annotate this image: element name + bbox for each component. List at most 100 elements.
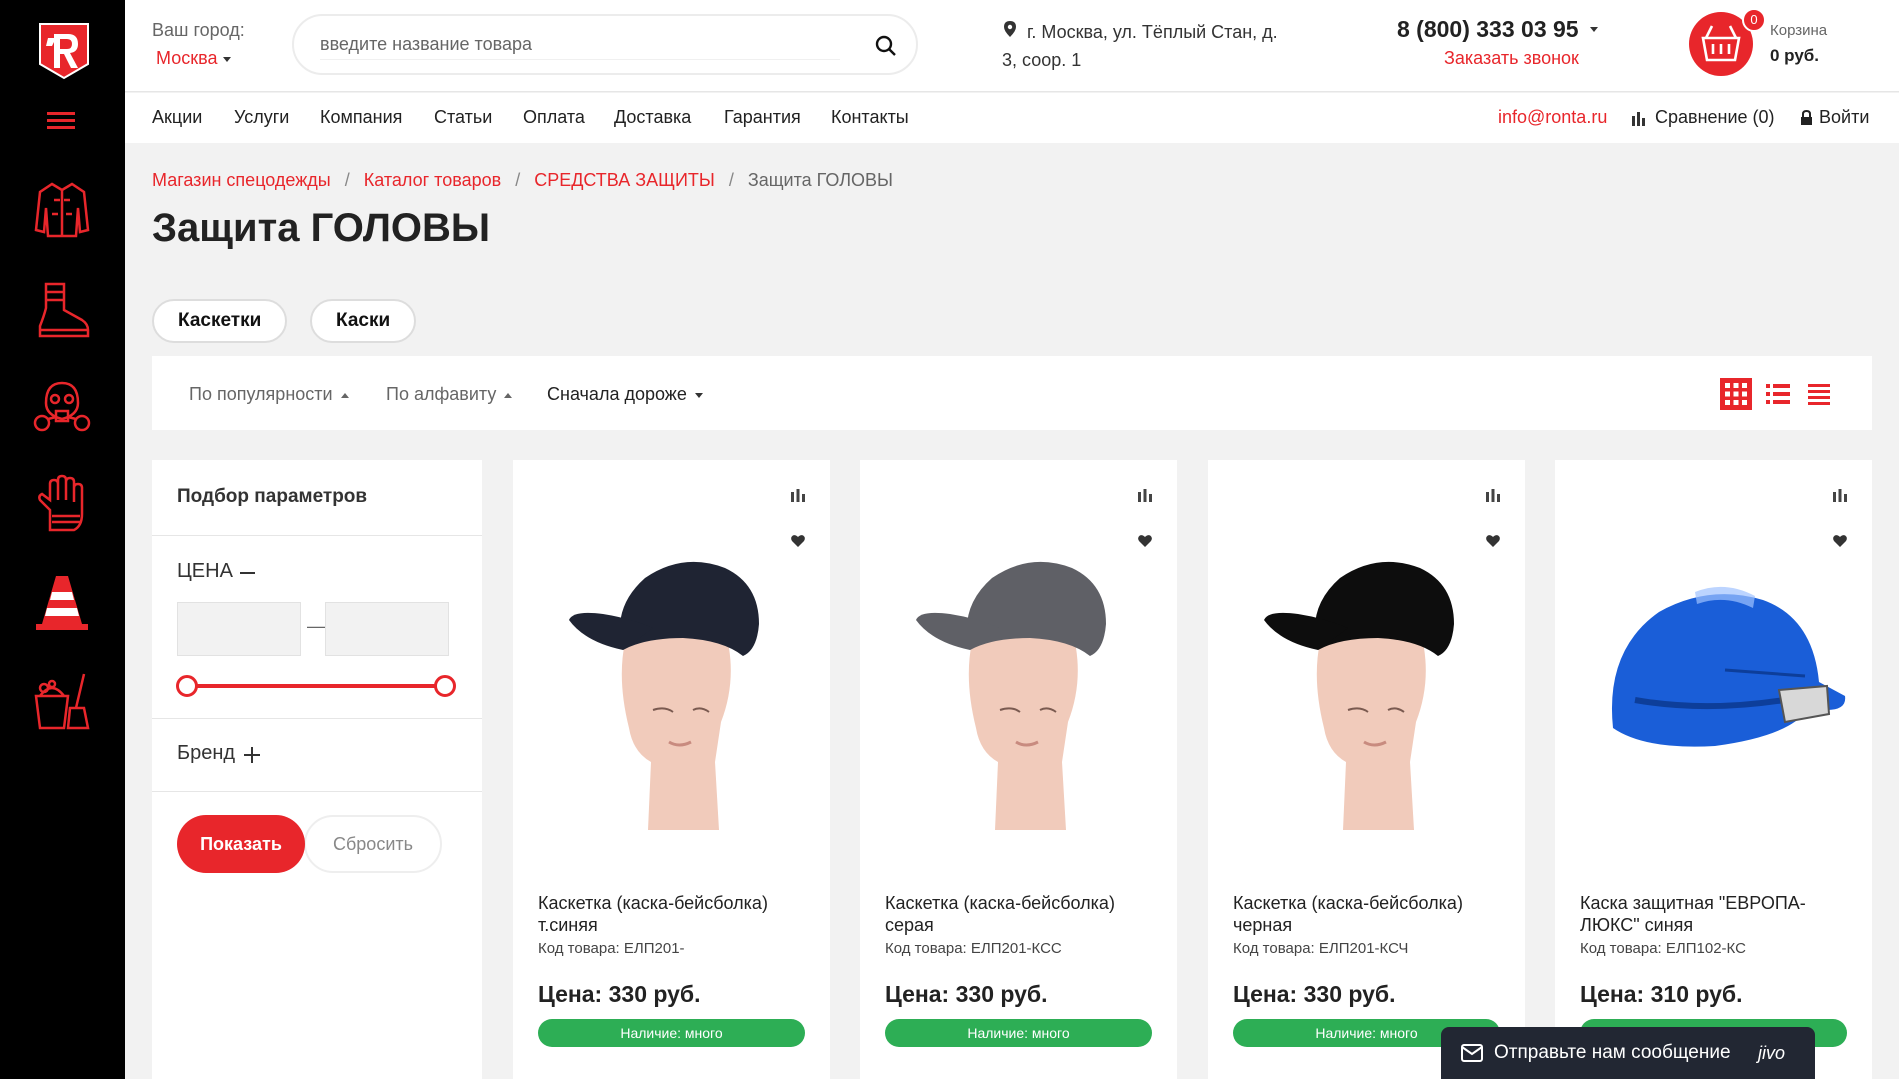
city-label: Ваш город: bbox=[152, 20, 245, 40]
search-icon[interactable] bbox=[874, 34, 898, 58]
sort-by-alphabet[interactable]: По алфавиту bbox=[386, 384, 513, 405]
email-link[interactable]: info@ronta.ru bbox=[1498, 107, 1607, 128]
price-from-input[interactable] bbox=[177, 602, 301, 656]
sort-label: По популярности bbox=[189, 384, 333, 404]
nav-item-contacts[interactable]: Контакты bbox=[831, 107, 909, 128]
store-address: г. Москва, ул. Тёплый Стан, д. 3, соор. … bbox=[1002, 18, 1302, 74]
price-slider-max-handle[interactable] bbox=[434, 675, 456, 697]
product-price: Цена: 310 руб. bbox=[1580, 981, 1743, 1007]
traffic-cone-icon[interactable] bbox=[30, 570, 94, 634]
product-image-helmet[interactable] bbox=[1575, 500, 1852, 830]
breadcrumb-item[interactable]: Магазин спецодежды bbox=[152, 170, 331, 190]
expand-plus-icon[interactable] bbox=[244, 747, 260, 763]
brand-filter-label[interactable]: Бренд bbox=[177, 742, 235, 765]
address-line-2: 3, соор. 1 bbox=[1002, 50, 1082, 70]
breadcrumb-item[interactable]: Каталог товаров bbox=[364, 170, 501, 190]
callback-link[interactable]: Заказать звонок bbox=[1444, 48, 1579, 69]
chat-widget[interactable]: Отправьте нам сообщение jivo bbox=[1441, 1027, 1815, 1079]
product-card[interactable]: Каскетка (каска-бейсболка) т.синяя Код т… bbox=[513, 460, 830, 1079]
product-code: Код товара: ЕЛП201- bbox=[538, 940, 685, 957]
respirator-mask-icon[interactable] bbox=[30, 375, 94, 439]
product-card[interactable]: Каскетка (каска-бейсболка) черная Код то… bbox=[1208, 460, 1525, 1079]
nav-item-promotions[interactable]: Акции bbox=[152, 107, 202, 128]
filter-title: Подбор параметров bbox=[177, 486, 368, 507]
product-image-cap[interactable] bbox=[880, 500, 1157, 830]
address-line-1: г. Москва, ул. Тёплый Стан, д. bbox=[1027, 22, 1278, 42]
city-selector[interactable]: Москва bbox=[156, 48, 231, 69]
breadcrumb-item[interactable]: СРЕДСТВА ЗАЩИТЫ bbox=[534, 170, 715, 190]
filter-panel: Подбор параметров ЦЕНА — Бренд Сбросить … bbox=[152, 460, 482, 1079]
subcategory-chip[interactable]: Каскетки bbox=[152, 299, 288, 343]
stock-badge: Наличие: много bbox=[885, 1019, 1152, 1047]
jivo-logo: jivo bbox=[1757, 1043, 1785, 1063]
main-nav: Акции Услуги Компания Статьи Оплата Дост… bbox=[125, 93, 1899, 143]
nav-item-company[interactable]: Компания bbox=[320, 107, 402, 128]
envelope-icon bbox=[1461, 1044, 1483, 1062]
price-slider-track[interactable] bbox=[187, 684, 447, 688]
glove-icon[interactable] bbox=[30, 474, 94, 538]
divider bbox=[152, 535, 482, 536]
grid-view-icon[interactable] bbox=[1720, 378, 1752, 410]
search-input[interactable] bbox=[320, 30, 840, 60]
product-card[interactable]: Каскетка (каска-бейсболка) серая Код тов… bbox=[860, 460, 1177, 1079]
caret-up-icon bbox=[504, 392, 513, 398]
product-name[interactable]: Каска защитная "ЕВРОПА-ЛЮКС" синяя bbox=[1580, 892, 1850, 936]
cleaning-bucket-icon[interactable] bbox=[30, 670, 94, 734]
search-box bbox=[292, 14, 918, 75]
nav-item-delivery[interactable]: Доставка bbox=[614, 107, 691, 128]
compare-icon bbox=[1632, 112, 1645, 126]
product-image-cap[interactable] bbox=[1228, 500, 1505, 830]
boot-icon[interactable] bbox=[30, 280, 94, 344]
ronta-logo[interactable] bbox=[36, 20, 92, 82]
product-name[interactable]: Каскетка (каска-бейсболка) черная bbox=[1233, 892, 1503, 936]
price-slider-min-handle[interactable] bbox=[176, 675, 198, 697]
product-price: Цена: 330 руб. bbox=[885, 981, 1048, 1007]
nav-item-services[interactable]: Услуги bbox=[234, 107, 289, 128]
chat-prompt: Отправьте нам сообщение bbox=[1494, 1042, 1731, 1063]
product-price: Цена: 330 руб. bbox=[538, 981, 701, 1007]
login-link[interactable]: Войти bbox=[1819, 107, 1869, 128]
category-sidebar bbox=[0, 0, 125, 1079]
workwear-jacket-icon[interactable] bbox=[30, 178, 94, 242]
divider bbox=[152, 791, 482, 792]
price-to-input[interactable] bbox=[325, 602, 449, 656]
sort-label: По алфавиту bbox=[386, 384, 497, 404]
reset-filter-button[interactable]: Сбросить bbox=[304, 815, 442, 873]
breadcrumb: Магазин спецодежды / Каталог товаров / СРЕДС… bbox=[152, 170, 893, 191]
menu-burger-icon[interactable] bbox=[47, 112, 75, 130]
product-name[interactable]: Каскетка (каска-бейсболка) серая bbox=[885, 892, 1155, 936]
breadcrumb-separator: / bbox=[515, 170, 521, 190]
lock-icon bbox=[1801, 110, 1812, 125]
nav-item-warranty[interactable]: Гарантия bbox=[724, 107, 801, 128]
breadcrumb-separator: / bbox=[728, 170, 734, 190]
sort-by-price-desc[interactable]: Сначала дороже bbox=[547, 384, 703, 405]
product-price: Цена: 330 руб. bbox=[1233, 981, 1396, 1007]
product-code: Код товара: ЕЛП201-КСЧ bbox=[1233, 940, 1409, 957]
product-name[interactable]: Каскетка (каска-бейсболка) т.синяя bbox=[538, 892, 808, 936]
breadcrumb-current: Защита ГОЛОВЫ bbox=[747, 170, 893, 190]
phone-number[interactable]: 8 (800) 333 03 95 bbox=[1397, 16, 1579, 43]
caret-up-icon bbox=[340, 392, 349, 398]
subcategory-chip[interactable]: Каски bbox=[310, 299, 417, 343]
cart-label: Корзина bbox=[1770, 22, 1828, 39]
cart-sum: 0 руб. bbox=[1770, 46, 1820, 65]
chevron-down-icon[interactable] bbox=[1590, 27, 1598, 32]
apply-filter-button[interactable]: Показать bbox=[177, 815, 305, 873]
price-filter-label[interactable]: ЦЕНА bbox=[177, 560, 233, 583]
sort-label: Сначала дороже bbox=[547, 384, 687, 404]
collapse-minus-icon[interactable] bbox=[240, 572, 255, 574]
sort-bar: По популярности По алфавиту Сначала доро… bbox=[152, 356, 1872, 430]
compare-link[interactable]: Сравнение (0) bbox=[1655, 107, 1775, 128]
page-title: Защита ГОЛОВЫ bbox=[152, 206, 491, 250]
sort-by-popularity[interactable]: По популярности bbox=[189, 384, 349, 405]
nav-item-articles[interactable]: Статьи bbox=[434, 107, 492, 128]
nav-item-payment[interactable]: Оплата bbox=[523, 107, 585, 128]
product-code: Код товара: ЕЛП201-КСС bbox=[885, 940, 1062, 957]
product-card[interactable]: Каска защитная "ЕВРОПА-ЛЮКС" синяя Код т… bbox=[1555, 460, 1872, 1079]
product-image-cap[interactable] bbox=[533, 500, 810, 830]
stock-badge: Наличие: много bbox=[538, 1019, 805, 1047]
price-range-dash: — bbox=[307, 616, 325, 636]
list-view-icon[interactable] bbox=[1762, 378, 1794, 410]
table-view-icon[interactable] bbox=[1803, 378, 1835, 410]
caret-down-icon bbox=[694, 392, 703, 398]
